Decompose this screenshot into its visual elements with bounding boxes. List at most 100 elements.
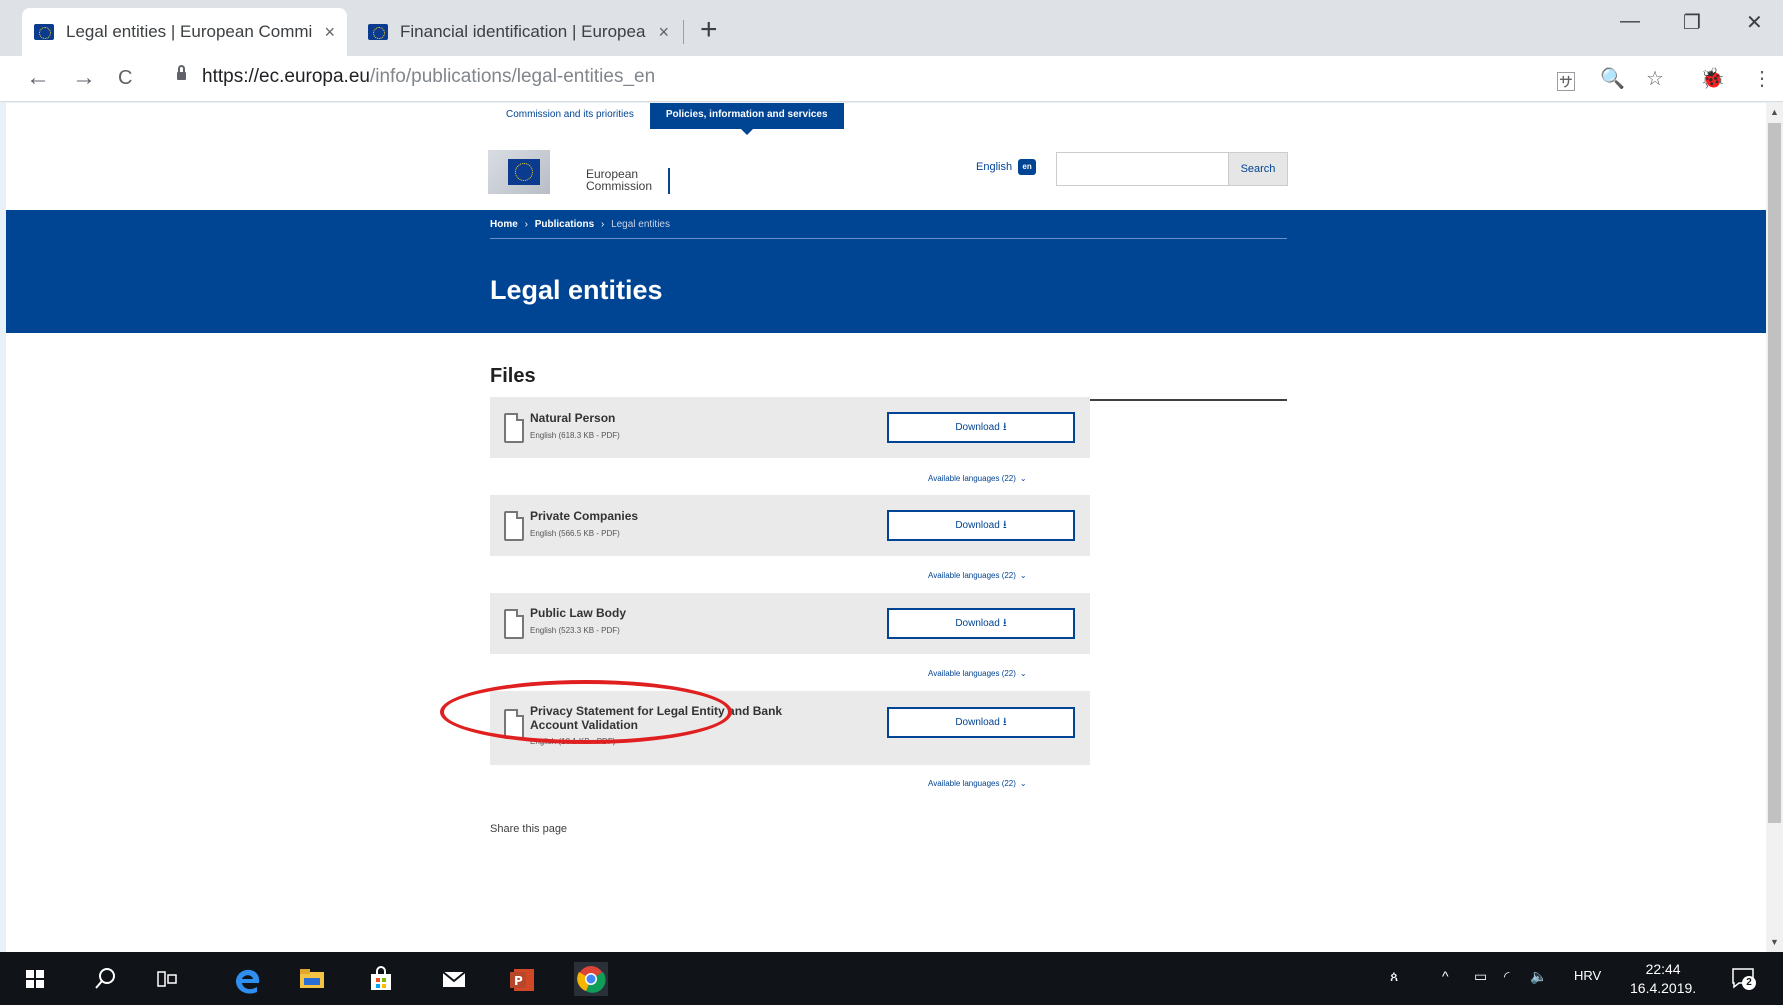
breadcrumb-home[interactable]: Home xyxy=(490,219,518,230)
windows-taskbar: P ጰ ^ ▭ ◜ 🔈 HRV 22:44 16.4.2019. 2 xyxy=(0,952,1783,1005)
download-button[interactable]: Download ⭳ xyxy=(887,608,1075,639)
european-commission-logo[interactable]: European Commission xyxy=(488,150,678,200)
close-tab-icon[interactable]: × xyxy=(658,22,669,43)
file-explorer-icon[interactable] xyxy=(298,966,324,992)
file-name[interactable]: Natural Person xyxy=(530,411,820,425)
download-label: Download xyxy=(955,422,1000,433)
close-tab-icon[interactable]: × xyxy=(324,22,335,43)
forward-icon[interactable]: → xyxy=(72,64,96,92)
task-view-icon[interactable] xyxy=(154,966,180,992)
chevron-down-icon: ⌄ xyxy=(1019,669,1027,678)
eu-favicon-icon xyxy=(368,24,388,40)
available-languages-label: Available languages (22) xyxy=(928,474,1016,483)
profile-avatar-icon[interactable]: 🐞 xyxy=(1700,66,1725,91)
file-item-private-companies: Private Companies English (566.5 KB - PD… xyxy=(490,495,1090,556)
file-name[interactable]: Public Law Body xyxy=(530,606,820,620)
download-button[interactable]: Download ⭳ xyxy=(887,412,1075,443)
input-language-indicator[interactable]: HRV xyxy=(1574,968,1601,983)
download-icon: ⭳ xyxy=(1002,716,1007,728)
download-button[interactable]: Download ⭳ xyxy=(887,510,1075,541)
search-icon[interactable] xyxy=(92,966,118,992)
browser-menu-icon[interactable]: ⋮ xyxy=(1752,66,1772,91)
document-icon xyxy=(504,709,524,739)
scroll-down-arrow-icon[interactable]: ▼ xyxy=(1770,937,1779,947)
nav-policies-information-services[interactable]: Policies, information and services xyxy=(649,103,844,135)
breadcrumb: Home › Publications › Legal entities xyxy=(490,219,670,230)
share-this-page-label: Share this page xyxy=(490,823,568,835)
show-hidden-icons-chevron-icon[interactable]: ^ xyxy=(1442,968,1449,984)
site-top-nav: Commission and its priorities Policies, … xyxy=(490,103,844,135)
edge-browser-icon[interactable] xyxy=(232,966,260,994)
zoom-icon[interactable]: 🔍 xyxy=(1600,66,1625,91)
file-item-public-law-body: Public Law Body English (523.3 KB - PDF)… xyxy=(490,593,1090,654)
document-icon xyxy=(504,609,524,639)
svg-text:P: P xyxy=(514,974,523,988)
download-label: Download xyxy=(955,520,1000,531)
available-languages-toggle[interactable]: Available languages (22) ⌄ xyxy=(928,474,1027,483)
download-label: Download xyxy=(955,717,1000,728)
action-center-icon[interactable]: 2 xyxy=(1730,965,1756,991)
file-meta: English (18.1 KB - PDF) xyxy=(530,737,616,746)
available-languages-label: Available languages (22) xyxy=(928,669,1016,678)
nav-commission-priorities[interactable]: Commission and its priorities xyxy=(490,103,650,129)
download-button[interactable]: Download ⭳ xyxy=(887,707,1075,738)
new-tab-button[interactable]: + xyxy=(700,12,718,48)
people-icon[interactable]: ጰ xyxy=(1390,968,1398,985)
eu-favicon-icon xyxy=(34,24,54,40)
reload-icon[interactable]: C xyxy=(118,64,132,92)
bookmark-star-icon[interactable]: ☆ xyxy=(1646,66,1664,91)
restore-button[interactable]: ❐ xyxy=(1683,10,1701,35)
available-languages-label: Available languages (22) xyxy=(928,571,1016,580)
chevron-down-icon: ⌄ xyxy=(1019,474,1027,483)
download-icon: ⭳ xyxy=(1002,617,1007,629)
breadcrumb-publications[interactable]: Publications xyxy=(535,219,594,230)
windows-start-icon[interactable] xyxy=(26,970,44,988)
store-icon[interactable] xyxy=(368,966,394,992)
search-button[interactable]: Search xyxy=(1228,152,1288,186)
file-item-privacy-statement: Privacy Statement for Legal Entity and B… xyxy=(490,691,1090,765)
minimize-button[interactable]: — xyxy=(1620,10,1640,33)
page-scrollbar[interactable]: ▲ ▼ xyxy=(1766,103,1783,952)
language-label: English xyxy=(976,161,1013,173)
translate-icon[interactable]: 🈂 xyxy=(1556,66,1576,95)
logo-line-2: Commission xyxy=(586,179,653,193)
tab-legal-entities[interactable]: Legal entities | European Commi × xyxy=(22,8,347,56)
lock-icon xyxy=(177,65,186,82)
page-header-banner: Home › Publications › Legal entities Leg… xyxy=(6,210,1766,333)
tab-title: Legal entities | European Commi xyxy=(66,22,313,41)
wifi-icon[interactable]: ◜ xyxy=(1504,968,1509,985)
eu-flag-icon xyxy=(488,150,550,194)
address-bar[interactable]: https://ec.europa.eu/info/publications/l… xyxy=(202,66,655,88)
powerpoint-icon[interactable]: P xyxy=(508,966,534,992)
tab-separator xyxy=(683,20,684,44)
page-title: Legal entities xyxy=(490,275,663,305)
language-selector[interactable]: English en xyxy=(976,159,1037,175)
search-input[interactable] xyxy=(1056,152,1229,186)
tab-financial-identification[interactable]: Financial identification | Europea × xyxy=(356,8,681,56)
logo-text: European Commission xyxy=(586,168,652,192)
logo-divider xyxy=(668,168,670,194)
battery-icon[interactable]: ▭ xyxy=(1474,968,1487,985)
file-meta: English (566.5 KB - PDF) xyxy=(530,529,620,538)
volume-icon[interactable]: 🔈 xyxy=(1530,968,1547,985)
chrome-icon[interactable] xyxy=(574,962,608,996)
file-name[interactable]: Private Companies xyxy=(530,509,820,523)
file-meta: English (523.3 KB - PDF) xyxy=(530,626,620,635)
clock-time: 22:44 xyxy=(1645,961,1681,977)
available-languages-toggle[interactable]: Available languages (22) ⌄ xyxy=(928,571,1027,580)
scroll-up-arrow-icon[interactable]: ▲ xyxy=(1770,107,1779,117)
document-icon xyxy=(504,511,524,541)
scrollbar-thumb[interactable] xyxy=(1768,123,1781,823)
available-languages-label: Available languages (22) xyxy=(928,779,1016,788)
close-window-button[interactable]: ✕ xyxy=(1746,10,1763,35)
download-label: Download xyxy=(955,618,1000,629)
file-name[interactable]: Privacy Statement for Legal Entity and B… xyxy=(530,704,820,732)
notification-count-badge: 2 xyxy=(1742,976,1756,990)
breadcrumb-separator: › xyxy=(524,219,528,230)
mail-icon[interactable] xyxy=(440,966,466,992)
available-languages-toggle[interactable]: Available languages (22) ⌄ xyxy=(928,779,1027,788)
url-host: https://ec.europa.eu xyxy=(202,66,370,87)
taskbar-clock[interactable]: 22:44 16.4.2019. xyxy=(1630,960,1696,998)
available-languages-toggle[interactable]: Available languages (22) ⌄ xyxy=(928,669,1027,678)
back-icon[interactable]: ← xyxy=(26,64,50,92)
